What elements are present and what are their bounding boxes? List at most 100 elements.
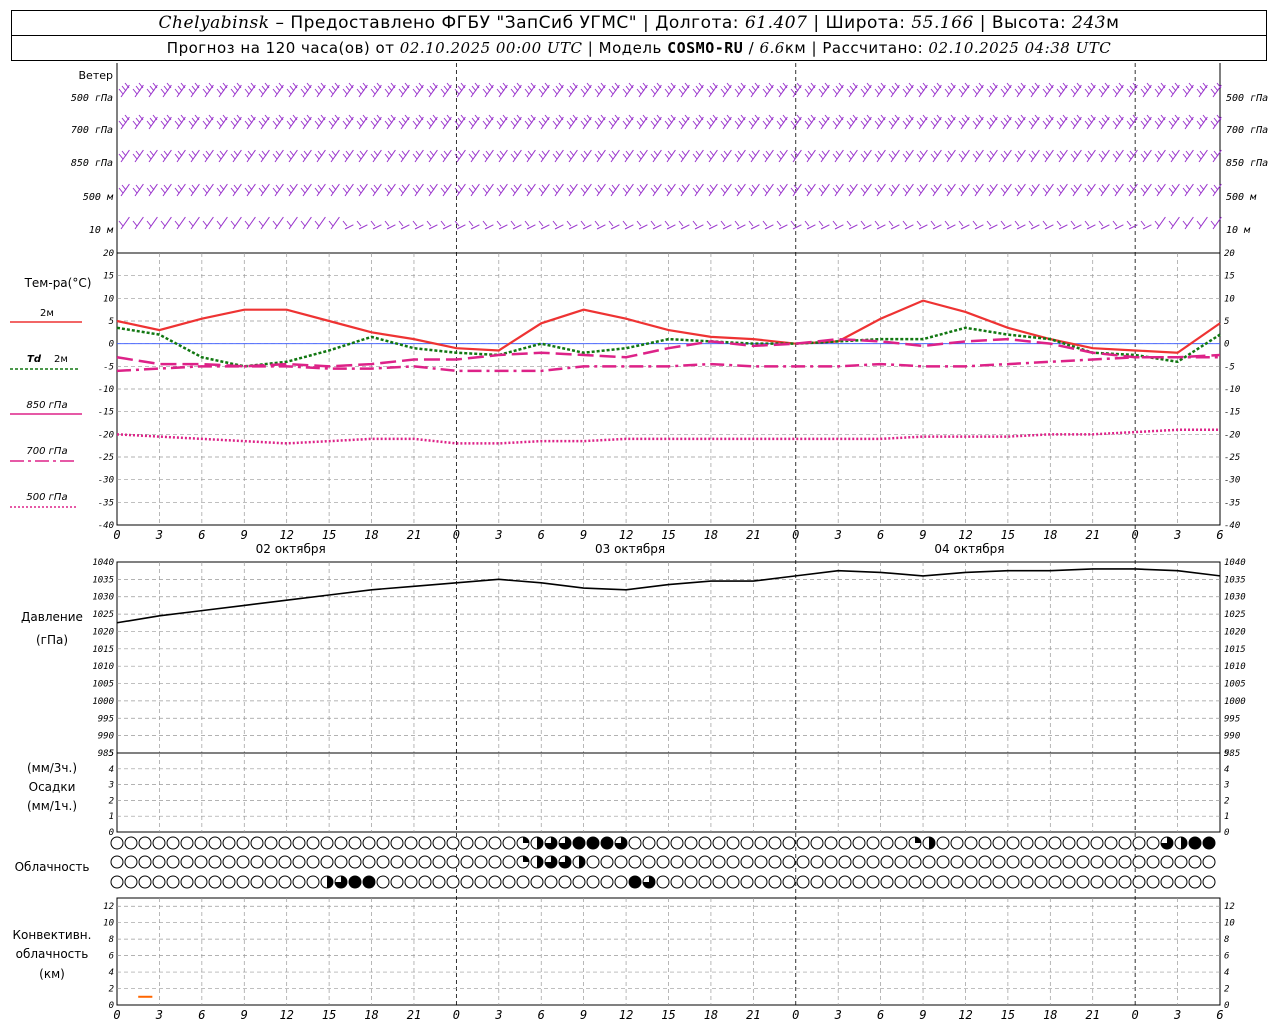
bottom-xtick: 6 <box>1216 1008 1223 1022</box>
bottom-xtick: 12 <box>958 1008 972 1022</box>
wind-barb <box>146 183 158 197</box>
cloud-cover-circle <box>726 875 740 889</box>
cloud-cover-circle <box>908 875 922 889</box>
wind-barb <box>748 183 760 197</box>
wind-barb <box>916 114 928 130</box>
cloud-cover-circle <box>754 875 768 889</box>
wind-barb <box>342 114 354 130</box>
wind-barb <box>1084 82 1096 98</box>
precip-panel-ytick-left: 0 <box>109 828 114 838</box>
cloud-cover-circle <box>642 875 656 889</box>
bottom-xtick: 15 <box>1001 1008 1015 1022</box>
wind-barb <box>1056 220 1068 230</box>
temp-xtick: 6 <box>877 528 884 542</box>
wind-barb <box>1182 183 1194 197</box>
cloud-cover-circle <box>320 855 334 869</box>
wind-level-label-right: 500 гПа <box>1226 93 1268 104</box>
bottom-xtick: 18 <box>704 1008 718 1022</box>
wind-barb <box>118 82 130 98</box>
wind-barb <box>692 82 704 98</box>
wind-barb <box>440 114 452 130</box>
wind-barb <box>636 114 648 130</box>
wind-barb <box>1168 114 1180 130</box>
wind-barb <box>216 216 228 230</box>
wind-barb <box>1112 183 1124 197</box>
bottom-xtick: 15 <box>661 1008 675 1022</box>
wind-barb <box>818 183 830 197</box>
wind-barb <box>636 82 648 98</box>
cloud-cover-circle <box>418 875 432 889</box>
wind-barb <box>972 149 984 163</box>
wind-barb <box>636 149 648 163</box>
wind-barb <box>580 82 592 98</box>
wind-barb <box>1042 183 1054 197</box>
cloud-cover-circle <box>1062 836 1076 850</box>
wind-barb <box>1070 114 1082 130</box>
wind-barb <box>1126 220 1138 230</box>
cloud-cover-circle <box>376 875 390 889</box>
cloud-cover-circle <box>670 855 684 869</box>
precip-panel-ytick-left: 5 <box>109 749 114 759</box>
cloud-cover-circle <box>978 855 992 869</box>
wind-barb <box>594 114 606 130</box>
wind-barb <box>496 220 508 230</box>
cloud-cover-circle <box>250 836 264 850</box>
cloud-cover-circle <box>278 875 292 889</box>
wind-barb <box>538 82 550 98</box>
wind-barb <box>762 220 774 230</box>
wind-barb <box>1126 183 1138 197</box>
cloud-cover-circle <box>1202 855 1216 869</box>
wind-barb <box>832 183 844 197</box>
cloud-cover-circle <box>306 875 320 889</box>
wind-barb <box>426 149 438 163</box>
wind-barb <box>1140 82 1152 98</box>
cloud-cover-circle <box>1160 855 1174 869</box>
temp-panel-ytick-left: -25 <box>98 453 114 463</box>
wind-barb <box>1196 216 1208 230</box>
bottom-xtick: 6 <box>198 1008 205 1022</box>
wind-barb <box>398 82 410 98</box>
wind-barb <box>678 149 690 163</box>
cloud-cover-circle <box>446 875 460 889</box>
cloud-cover-circle <box>600 855 614 869</box>
cloud-cover-circle <box>1104 855 1118 869</box>
cloud-cover-circle <box>866 836 880 850</box>
pressure-panel-ytick-right: 1015 <box>1224 645 1246 655</box>
wind-barb <box>818 149 830 163</box>
cloud-cover-circle <box>684 875 698 889</box>
wind-barb <box>524 82 536 98</box>
cloud-cover-circle <box>740 875 754 889</box>
temp-panel-ytick-left: -15 <box>98 408 114 418</box>
wind-barb <box>804 220 816 230</box>
legend-td-label: Td <box>27 354 42 365</box>
cloud-cover-circle <box>754 855 768 869</box>
wind-barb <box>720 220 732 230</box>
cloud-cover-circle <box>124 875 138 889</box>
cloud-cover-circle <box>572 855 586 869</box>
pressure-panel-ytick-right: 1035 <box>1224 575 1246 585</box>
pressure-panel-ytick-left: 995 <box>98 714 114 724</box>
wind-barb <box>944 82 956 98</box>
wind-barb <box>552 82 564 98</box>
wind-barb <box>482 149 494 163</box>
cloud-cover-circle <box>670 875 684 889</box>
wind-barb <box>272 183 284 197</box>
temp-xtick: 18 <box>1043 528 1057 542</box>
cloud-cover-circle <box>614 875 628 889</box>
pressure-panel-ytick-left: 1010 <box>92 662 114 672</box>
cloud-cover-circle <box>1146 836 1160 850</box>
cloud-cover-circle <box>530 836 544 850</box>
wind-barb <box>300 82 312 98</box>
wind-barb <box>930 149 942 163</box>
pressure-panel-ytick-right: 1020 <box>1224 627 1246 637</box>
cloud-cover-circle <box>768 875 782 889</box>
bottom-xtick: 0 <box>792 1008 799 1022</box>
temp-panel-ytick-left: 5 <box>109 317 114 327</box>
wind-barb <box>608 82 620 98</box>
cloud-cover-circle <box>754 836 768 850</box>
cloud-cover-circle <box>838 836 852 850</box>
wind-barb <box>902 114 914 130</box>
wind-barb <box>384 149 396 163</box>
pressure-panel-ytick-left: 1025 <box>92 610 114 620</box>
cloud-cover-circle <box>166 875 180 889</box>
